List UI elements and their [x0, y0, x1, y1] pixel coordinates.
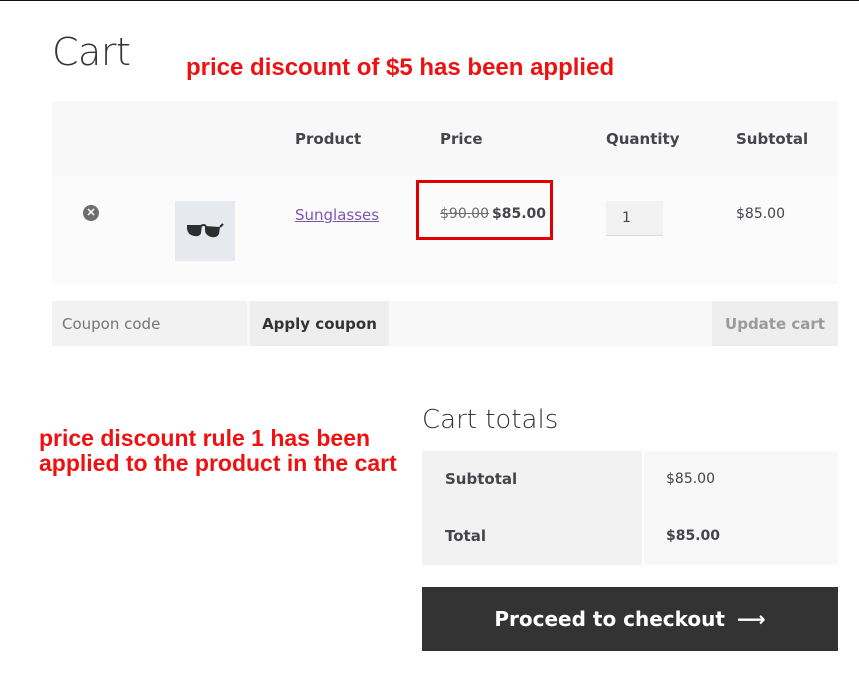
cart-totals-title: Cart totals — [422, 405, 559, 435]
price-cell: $90.00 $85.00 — [440, 206, 546, 222]
annotation-discount-applied: price discount of $5 has been applied — [186, 54, 615, 81]
header-product: Product — [295, 130, 362, 148]
sunglasses-icon — [187, 223, 224, 238]
checkout-label: Proceed to checkout — [494, 607, 725, 631]
totals-total-value: $85.00 — [644, 508, 838, 565]
totals-subtotal-value: $85.00 — [644, 451, 838, 508]
totals-total-row: Total $85.00 — [422, 508, 838, 565]
cart-item-row: ✕ Sunglasses $90.00$85.00 $85.00 — [52, 176, 838, 284]
coupon-code-input[interactable] — [52, 301, 247, 346]
original-price: $90.00 — [440, 206, 489, 222]
arrow-right-icon: ⟶ — [736, 607, 766, 631]
cart-actions: Apply coupon Update cart — [52, 301, 838, 346]
discounted-price: $85.00 — [492, 206, 547, 222]
product-link-sunglasses[interactable]: Sunglasses — [295, 206, 379, 224]
top-border — [0, 0, 859, 1]
remove-item-icon[interactable]: ✕ — [83, 205, 99, 221]
header-price: Price — [440, 130, 483, 148]
header-quantity: Quantity — [606, 130, 680, 148]
header-subtotal: Subtotal — [736, 130, 809, 148]
page-title: Cart — [52, 30, 131, 74]
cart-table-header: Product Price Quantity Subtotal — [52, 101, 838, 176]
totals-subtotal-label: Subtotal — [422, 451, 642, 508]
update-cart-button[interactable]: Update cart — [712, 301, 838, 346]
product-thumbnail[interactable] — [175, 201, 235, 261]
cart-totals-table: Subtotal $85.00 Total $85.00 — [422, 451, 838, 565]
totals-subtotal-row: Subtotal $85.00 — [422, 451, 838, 508]
annotation-rule-applied: price discount rule 1 has been applied t… — [39, 425, 397, 476]
proceed-to-checkout-button[interactable]: Proceed to checkout ⟶ — [422, 587, 838, 651]
quantity-input[interactable] — [606, 201, 663, 236]
apply-coupon-button[interactable]: Apply coupon — [250, 301, 389, 346]
cart-table: Product Price Quantity Subtotal ✕ Sungla… — [52, 101, 838, 284]
item-subtotal: $85.00 — [736, 206, 785, 222]
totals-total-label: Total — [422, 508, 642, 565]
